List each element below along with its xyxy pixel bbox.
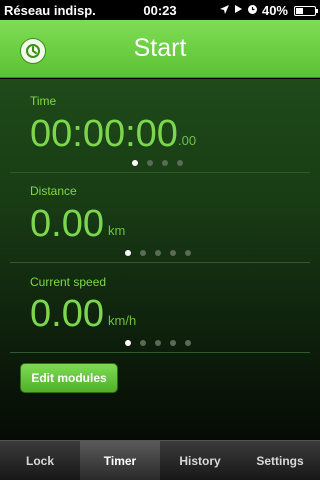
battery-percent: 40% [261, 3, 288, 18]
page-indicator-time[interactable] [132, 160, 183, 166]
modules-area: Time 00:00:00 .00 Distance 0.00 km Curre… [0, 79, 320, 440]
distance-module[interactable]: Distance 0.00 km [10, 179, 310, 265]
time-module[interactable]: Time 00:00:00 .00 [10, 89, 310, 175]
status-right: 40% [219, 3, 318, 18]
page-dot [155, 340, 161, 346]
speed-value: 0.00 [30, 293, 104, 335]
page-dot [147, 160, 153, 166]
module-label-distance: Distance [30, 184, 77, 198]
distance-value: 0.00 [30, 203, 104, 245]
navigation-bar: Start [0, 20, 320, 78]
page-dot-active [132, 160, 138, 166]
play-icon [234, 4, 243, 17]
divider [10, 352, 310, 353]
module-label-time: Time [30, 94, 57, 108]
page-dot [185, 250, 191, 256]
page-dot-active [125, 250, 131, 256]
tab-settings[interactable]: Settings [240, 441, 320, 480]
page-dot [140, 340, 146, 346]
alarm-icon [247, 4, 258, 18]
page-indicator-speed[interactable] [125, 340, 191, 346]
tab-lock[interactable]: Lock [0, 441, 80, 480]
tab-bar: Lock Timer History Settings [0, 440, 320, 480]
battery-icon [294, 5, 318, 16]
page-dot-active [125, 340, 131, 346]
page-dot [162, 160, 168, 166]
status-bar: Réseau indisp. 00:23 40% [0, 0, 320, 20]
page-dot [140, 250, 146, 256]
location-arrow-icon [219, 4, 230, 18]
divider [10, 172, 310, 173]
speed-module[interactable]: Current speed 0.00 km/h [10, 269, 310, 355]
page-dot [177, 160, 183, 166]
page-dot [185, 340, 191, 346]
divider [10, 262, 310, 263]
tab-timer[interactable]: Timer [80, 441, 160, 480]
time-value: 00:00:00 [30, 113, 178, 155]
edit-modules-button[interactable]: Edit modules [20, 363, 118, 393]
module-label-speed: Current speed [30, 275, 107, 289]
distance-unit: km [108, 223, 126, 238]
battery-fill [296, 7, 304, 14]
page-dot [170, 250, 176, 256]
page-indicator-distance[interactable] [125, 250, 191, 256]
time-unit: .00 [178, 133, 197, 148]
page-dot [155, 250, 161, 256]
page-dot [170, 340, 176, 346]
tab-history[interactable]: History [160, 441, 240, 480]
page-title: Start [133, 34, 187, 62]
speed-unit: km/h [108, 313, 137, 328]
